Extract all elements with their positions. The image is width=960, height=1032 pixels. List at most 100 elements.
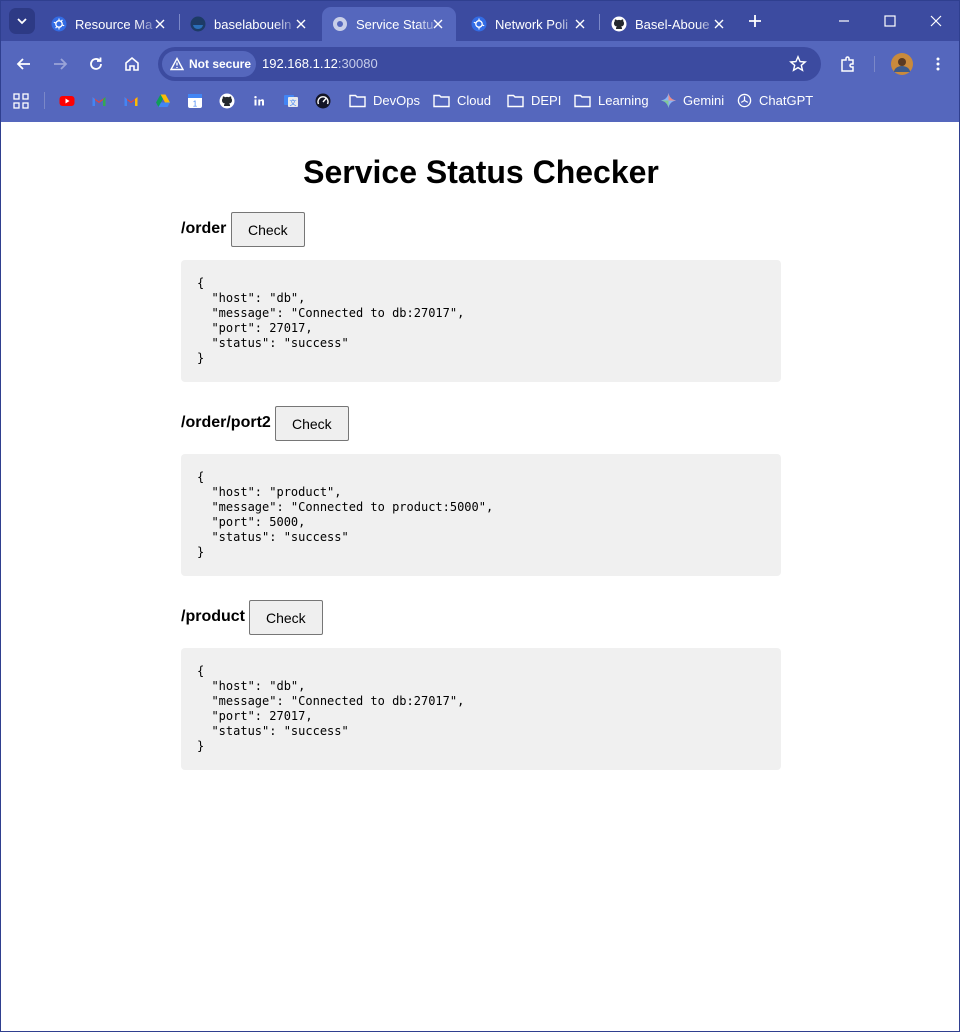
apps-button[interactable]	[13, 87, 29, 114]
response-output: { "host": "db", "message": "Connected to…	[181, 648, 781, 770]
tab-network-policy[interactable]: Network Poli	[461, 7, 598, 41]
close-tab-icon[interactable]	[572, 16, 588, 32]
security-chip[interactable]: Not secure	[162, 51, 256, 77]
endpoint-path: /product	[181, 608, 245, 625]
security-label: Not secure	[189, 57, 252, 71]
url-port: :30080	[337, 56, 378, 71]
tab-search-button[interactable]	[9, 8, 35, 34]
bookmark-gmail[interactable]	[91, 87, 107, 114]
bookmark-star-icon[interactable]	[789, 55, 807, 73]
browser-chrome: Resource Ma baselaboueln Service Statu N…	[1, 1, 959, 122]
new-tab-button[interactable]	[745, 11, 765, 31]
check-button[interactable]: Check	[249, 600, 323, 635]
bookmark-folder-learning[interactable]: Learning	[574, 87, 649, 114]
bookmark-label: Gemini	[683, 93, 725, 108]
browser-menu-button[interactable]	[924, 50, 952, 78]
endpoint-path: /order	[181, 220, 227, 237]
check-button[interactable]: Check	[275, 406, 349, 441]
translate-icon: 文	[284, 94, 298, 107]
svg-text:文: 文	[290, 98, 297, 107]
endpoint-path: /order/port2	[181, 414, 271, 431]
bookmark-google-calendar[interactable]: 1	[187, 87, 203, 114]
tab-title: Network Poli	[495, 16, 568, 32]
bookmark-label: Cloud	[457, 93, 491, 108]
puzzle-icon	[841, 56, 854, 72]
gmail-icon	[92, 96, 106, 106]
dockerhub-icon	[190, 16, 206, 32]
arrow-left-icon	[16, 58, 30, 70]
toolbar-divider	[874, 56, 875, 72]
extensions-button[interactable]	[834, 50, 862, 78]
bookmark-chatgpt[interactable]: ChatGPT	[737, 87, 813, 114]
response-output: { "host": "product", "message": "Connect…	[181, 454, 781, 576]
close-window-button[interactable]	[913, 6, 959, 36]
tab-service-status[interactable]: Service Statu	[322, 7, 456, 41]
url-host: 192.168.1.12	[262, 56, 338, 71]
bookmark-google-translate[interactable]: 文	[283, 87, 299, 114]
tab-divider	[599, 14, 600, 30]
page-content: Service Status Checker /order Check { "h…	[1, 122, 959, 1031]
google-drive-icon	[156, 94, 170, 107]
tab-dockerhub[interactable]: baselaboueln	[180, 7, 319, 41]
bookmark-folder-cloud[interactable]: Cloud	[433, 87, 491, 114]
minimize-button[interactable]	[821, 6, 867, 36]
address-bar[interactable]: Not secure 192.168.1.12:30080	[158, 47, 821, 81]
bookmark-youtube[interactable]	[59, 87, 75, 114]
page-title: Service Status Checker	[303, 154, 659, 190]
gemini-icon	[661, 93, 676, 108]
tab-strip: Resource Ma baselaboueln Service Statu N…	[1, 1, 959, 41]
home-icon	[125, 56, 139, 71]
forward-button[interactable]	[46, 50, 74, 78]
response-output: { "host": "db", "message": "Connected to…	[181, 260, 781, 382]
bookmark-gemini[interactable]: Gemini	[661, 87, 724, 114]
github-icon	[611, 16, 627, 32]
reload-icon	[90, 57, 102, 70]
globe-icon	[333, 17, 347, 31]
tab-title: Basel-Aboue	[635, 16, 710, 32]
close-tab-icon[interactable]	[430, 16, 446, 32]
check-button[interactable]: Check	[231, 212, 305, 247]
warning-triangle-icon	[170, 57, 184, 71]
bookmark-label: Learning	[598, 93, 649, 108]
gmail-icon	[124, 96, 138, 106]
bookmark-gmail[interactable]	[123, 87, 139, 114]
bookmark-folder-devops[interactable]: DevOps	[349, 87, 420, 114]
close-tab-icon[interactable]	[711, 16, 727, 32]
tab-resource-manager[interactable]: Resource Ma	[41, 7, 178, 41]
bookmark-speedtest[interactable]	[315, 87, 331, 114]
apps-grid-icon	[13, 92, 29, 109]
linkedin-icon	[252, 93, 266, 108]
back-button[interactable]	[10, 50, 38, 78]
bookmark-label: DevOps	[373, 93, 420, 108]
avatar	[891, 53, 913, 75]
folder-icon	[574, 94, 591, 108]
chevron-down-icon	[17, 18, 27, 25]
reload-button[interactable]	[82, 50, 110, 78]
plus-icon	[749, 15, 761, 27]
folder-icon	[349, 94, 366, 108]
tab-github[interactable]: Basel-Aboue	[601, 7, 737, 41]
navigation-toolbar: Not secure 192.168.1.12:30080	[1, 41, 959, 87]
bookmark-folder-depi[interactable]: DEPI	[507, 87, 561, 114]
bookmark-linkedin[interactable]	[251, 87, 267, 114]
more-vertical-icon	[936, 57, 940, 71]
github-icon	[219, 93, 235, 108]
profile-button[interactable]	[888, 50, 916, 78]
close-tab-icon[interactable]	[152, 16, 168, 32]
bookmarks-divider	[44, 92, 45, 109]
maximize-button[interactable]	[867, 6, 913, 36]
home-button[interactable]	[118, 50, 146, 78]
browser-window: Resource Ma baselaboueln Service Statu N…	[0, 0, 960, 1032]
bookmark-google-drive[interactable]	[155, 87, 171, 114]
close-icon	[930, 15, 942, 27]
kubernetes-icon	[51, 16, 67, 32]
url-text[interactable]: 192.168.1.12:30080	[262, 56, 378, 71]
tab-title: Resource Ma	[75, 16, 153, 32]
speedometer-icon	[315, 93, 331, 108]
minimize-icon	[839, 20, 849, 22]
chatgpt-icon	[737, 93, 752, 108]
bookmark-github[interactable]	[219, 87, 235, 114]
bookmark-label: DEPI	[531, 93, 562, 108]
kubernetes-icon	[471, 16, 487, 32]
close-tab-icon[interactable]	[293, 16, 309, 32]
